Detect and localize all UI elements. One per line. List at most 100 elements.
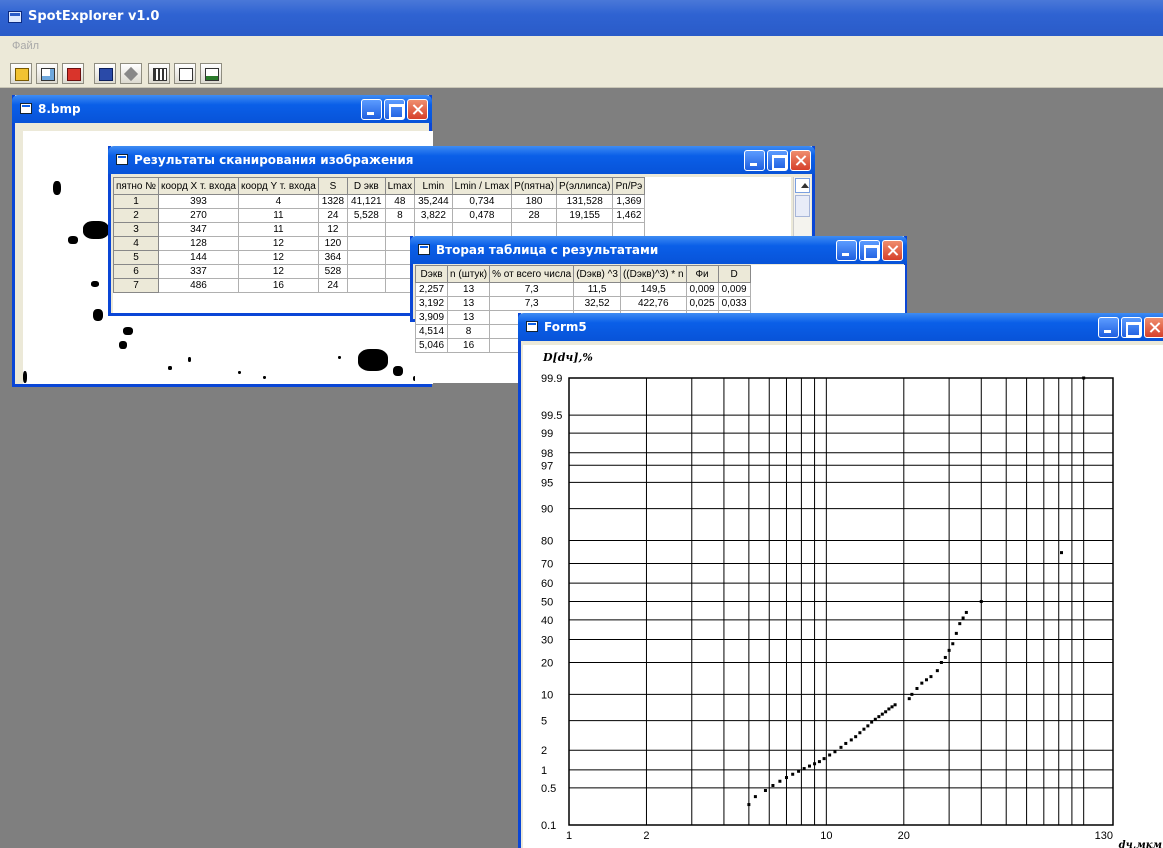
- table-cell[interactable]: [511, 222, 557, 237]
- table-cell[interactable]: 11: [237, 208, 319, 223]
- table-cell[interactable]: 3,822: [414, 208, 453, 223]
- red-tool-icon[interactable]: [62, 63, 84, 84]
- table-cell[interactable]: 0,478: [451, 208, 513, 223]
- table-cell[interactable]: [347, 236, 386, 251]
- table-cell[interactable]: [414, 222, 453, 237]
- table-cell[interactable]: 13: [447, 282, 491, 297]
- table-cell[interactable]: 0,009: [717, 282, 751, 297]
- table-cell[interactable]: 1328: [317, 194, 349, 209]
- open-icon[interactable]: [10, 63, 32, 84]
- table-cell[interactable]: [384, 222, 416, 237]
- minimize-button[interactable]: [1098, 317, 1119, 338]
- table-cell[interactable]: 8: [384, 208, 416, 223]
- table-cell[interactable]: 32,52: [573, 296, 621, 311]
- maximize-button[interactable]: [384, 99, 405, 120]
- table-cell[interactable]: [612, 222, 646, 237]
- table-cell[interactable]: [347, 222, 386, 237]
- column-header[interactable]: пятно №: [113, 177, 159, 195]
- checkbox-icon[interactable]: [174, 63, 196, 84]
- table-cell[interactable]: 337: [158, 264, 239, 279]
- save-icon[interactable]: [94, 63, 116, 84]
- column-header[interactable]: P(пятна): [511, 177, 557, 195]
- second-window-titlebar[interactable]: Вторая таблица с результатами: [410, 236, 907, 264]
- table-cell[interactable]: 7,3: [489, 282, 575, 297]
- table-icon[interactable]: [148, 63, 170, 84]
- column-header[interactable]: Dэкв: [415, 265, 449, 283]
- table-cell[interactable]: 0,025: [685, 296, 719, 311]
- preview-icon[interactable]: [36, 63, 58, 84]
- column-header[interactable]: Lmin: [414, 177, 453, 195]
- table-cell[interactable]: 11: [237, 222, 319, 237]
- table-cell[interactable]: 5: [113, 250, 159, 265]
- table-cell[interactable]: 48: [384, 194, 416, 209]
- table-cell[interactable]: 7,3: [489, 296, 575, 311]
- table-cell[interactable]: 16: [447, 338, 491, 353]
- table-cell[interactable]: 5,046: [415, 338, 449, 353]
- column-header[interactable]: Lmin / Lmax: [451, 177, 513, 195]
- table-cell[interactable]: 3: [113, 222, 159, 237]
- table-cell[interactable]: 2: [113, 208, 159, 223]
- form5-titlebar[interactable]: Form5: [518, 313, 1163, 341]
- tools-icon[interactable]: [120, 63, 142, 84]
- table-cell[interactable]: 13: [447, 296, 491, 311]
- table-cell[interactable]: 28: [511, 208, 557, 223]
- table-cell[interactable]: [347, 250, 386, 265]
- table-cell[interactable]: 131,528: [555, 194, 614, 209]
- column-header[interactable]: коорд Y т. входа: [237, 177, 319, 195]
- table-cell[interactable]: 0,009: [685, 282, 719, 297]
- column-header[interactable]: % от всего числа: [489, 265, 575, 283]
- table-cell[interactable]: 12: [237, 264, 319, 279]
- table-cell[interactable]: [451, 222, 513, 237]
- table-cell[interactable]: 270: [158, 208, 239, 223]
- table-cell[interactable]: 149,5: [619, 282, 687, 297]
- table-cell[interactable]: 347: [158, 222, 239, 237]
- table-cell[interactable]: 8: [447, 324, 491, 339]
- column-header[interactable]: ((Dэкв)^3) * n: [619, 265, 687, 283]
- results-window-titlebar[interactable]: Результаты сканирования изображения: [108, 146, 815, 174]
- table-cell[interactable]: 3,909: [415, 310, 449, 325]
- close-button[interactable]: [1144, 317, 1163, 338]
- table-cell[interactable]: [347, 278, 386, 293]
- table-cell[interactable]: 1,369: [612, 194, 646, 209]
- table-cell[interactable]: [347, 264, 386, 279]
- table-cell[interactable]: 528: [317, 264, 349, 279]
- close-button[interactable]: [790, 150, 811, 171]
- column-header[interactable]: коорд X т. входа: [158, 177, 239, 195]
- table-cell[interactable]: 7: [113, 278, 159, 293]
- table-cell[interactable]: 1: [113, 194, 159, 209]
- table-cell[interactable]: 4: [237, 194, 319, 209]
- table-cell[interactable]: 180: [511, 194, 557, 209]
- table-cell[interactable]: 5,528: [347, 208, 386, 223]
- scroll-up-arrow-icon[interactable]: [795, 178, 810, 193]
- column-header[interactable]: Фи: [685, 265, 719, 283]
- maximize-button[interactable]: [1121, 317, 1142, 338]
- table-cell[interactable]: 13: [447, 310, 491, 325]
- table-cell[interactable]: 6: [113, 264, 159, 279]
- table-cell[interactable]: 364: [317, 250, 349, 265]
- scroll-thumb[interactable]: [795, 195, 810, 217]
- table-cell[interactable]: 4: [113, 236, 159, 251]
- table-cell[interactable]: 12: [237, 236, 319, 251]
- table-row[interactable]: 2 270 11 24 5,528 8 3,822 0,478 28 19,155 1,462: [113, 208, 646, 223]
- table-cell[interactable]: 422,76: [619, 296, 687, 311]
- table-cell[interactable]: 12: [237, 250, 319, 265]
- column-header[interactable]: S: [317, 177, 349, 195]
- table-cell[interactable]: 1,462: [612, 208, 646, 223]
- minimize-button[interactable]: [744, 150, 765, 171]
- minimize-button[interactable]: [361, 99, 382, 120]
- table-cell[interactable]: 41,121: [347, 194, 386, 209]
- column-header[interactable]: (Dэкв) ^3: [573, 265, 621, 283]
- table-cell[interactable]: 2,257: [415, 282, 449, 297]
- close-button[interactable]: [407, 99, 428, 120]
- column-header[interactable]: n (штук): [447, 265, 491, 283]
- table-cell[interactable]: 35,244: [414, 194, 453, 209]
- table-row[interactable]: 1 393 4 1328 41,121 48 35,244 0,734 180 131,528 1,…: [113, 194, 646, 209]
- table-cell[interactable]: 486: [158, 278, 239, 293]
- column-header[interactable]: D экв: [347, 177, 386, 195]
- table-cell[interactable]: 0,033: [717, 296, 751, 311]
- maximize-button[interactable]: [859, 240, 880, 261]
- table-cell[interactable]: 11,5: [573, 282, 621, 297]
- table-row[interactable]: 2,257 13 7,3 11,5 149,5 0,009 0,009: [415, 282, 751, 297]
- column-header[interactable]: Pп/Pэ: [612, 177, 646, 195]
- table-cell[interactable]: 0,734: [451, 194, 513, 209]
